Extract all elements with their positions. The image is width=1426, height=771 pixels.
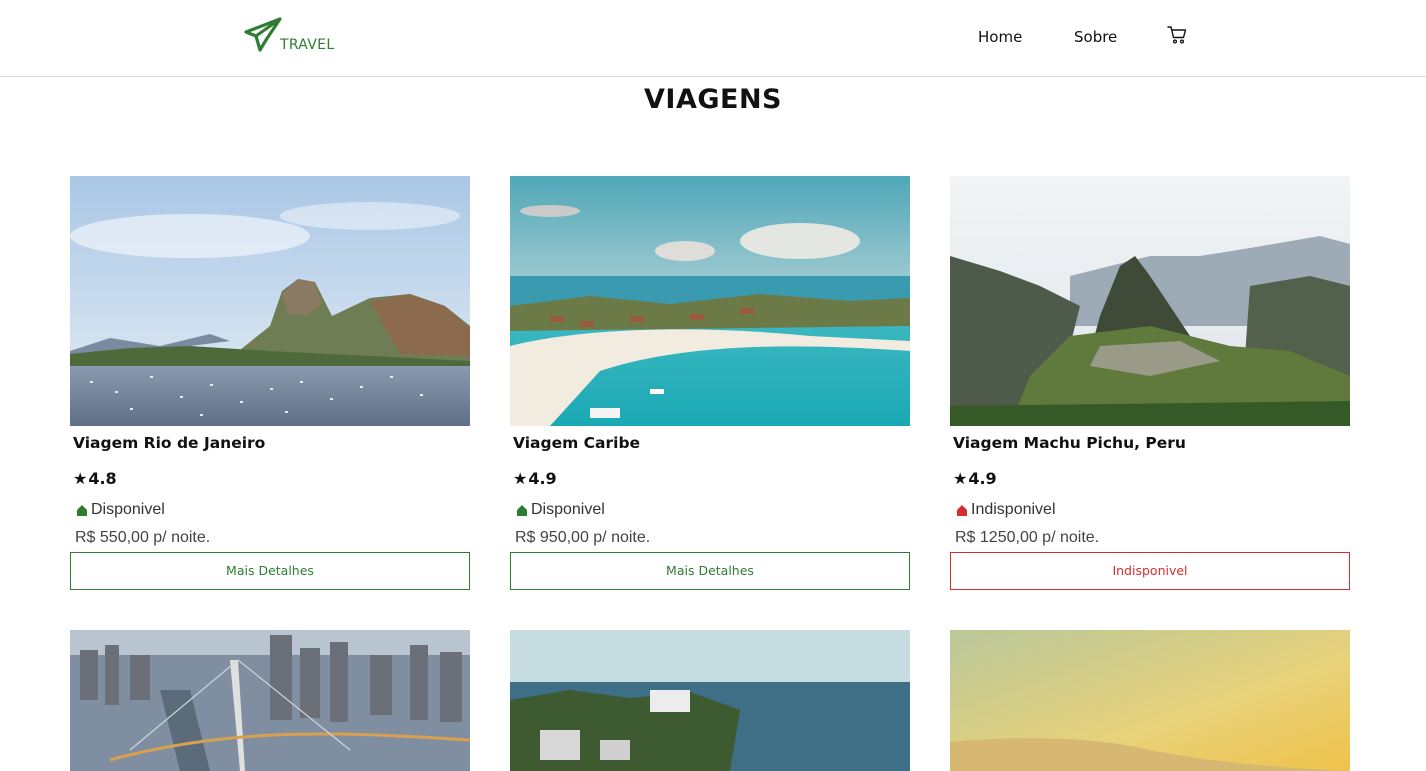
trip-title: Viagem Machu Pichu, Peru <box>953 434 1186 452</box>
trip-price: R$ 950,00 p/ noite. <box>515 529 651 546</box>
trip-price: R$ 1250,00 p/ noite. <box>955 529 1100 546</box>
trip-title: Viagem Rio de Janeiro <box>73 434 266 452</box>
trip-card <box>950 630 1350 771</box>
details-button[interactable]: Mais Detalhes <box>70 552 470 590</box>
trip-rating: ★4.9 <box>953 469 997 488</box>
trip-price: R$ 550,00 p/ noite. <box>75 529 211 546</box>
trip-title: Viagem Caribe <box>513 434 641 452</box>
trip-image-city[interactable] <box>70 630 470 771</box>
status-label: Disponivel <box>91 501 165 518</box>
paper-plane-icon <box>244 17 282 52</box>
rating-value: 4.9 <box>968 469 997 488</box>
trip-status: Indisponivel <box>955 501 1056 519</box>
page-title: VIAGENS <box>644 84 782 115</box>
rating-value: 4.8 <box>88 469 117 488</box>
status-label: Indisponivel <box>971 501 1056 518</box>
trip-image-dunes[interactable] <box>950 630 1350 771</box>
trip-rating: ★4.8 <box>73 469 117 488</box>
house-available-icon <box>77 505 87 516</box>
trip-status: Disponivel <box>75 501 165 519</box>
trip-rating: ★4.9 <box>513 469 557 488</box>
site-header: TRAVEL Home Sobre <box>0 0 1426 77</box>
trip-card <box>70 630 470 771</box>
logo[interactable]: TRAVEL <box>244 16 344 56</box>
house-available-icon <box>517 505 527 516</box>
status-label: Disponivel <box>531 501 605 518</box>
trip-card <box>510 630 910 771</box>
unavailable-button[interactable]: Indisponivel <box>950 552 1350 590</box>
trip-image-coast[interactable] <box>510 630 910 771</box>
trip-image-machu-picchu[interactable] <box>950 176 1350 426</box>
star-icon: ★ <box>73 469 88 488</box>
logo-text: TRAVEL <box>280 37 335 53</box>
trip-status: Disponivel <box>515 501 605 519</box>
nav-sobre-link[interactable]: Sobre <box>1074 28 1117 46</box>
star-icon: ★ <box>953 469 968 488</box>
trip-image-caribe[interactable] <box>510 176 910 426</box>
house-unavailable-icon <box>957 505 967 516</box>
nav-home-link[interactable]: Home <box>978 28 1022 46</box>
star-icon: ★ <box>513 469 528 488</box>
cart-icon[interactable] <box>1167 25 1187 45</box>
details-button[interactable]: Mais Detalhes <box>510 552 910 590</box>
trip-image-rio[interactable] <box>70 176 470 426</box>
rating-value: 4.9 <box>528 469 557 488</box>
